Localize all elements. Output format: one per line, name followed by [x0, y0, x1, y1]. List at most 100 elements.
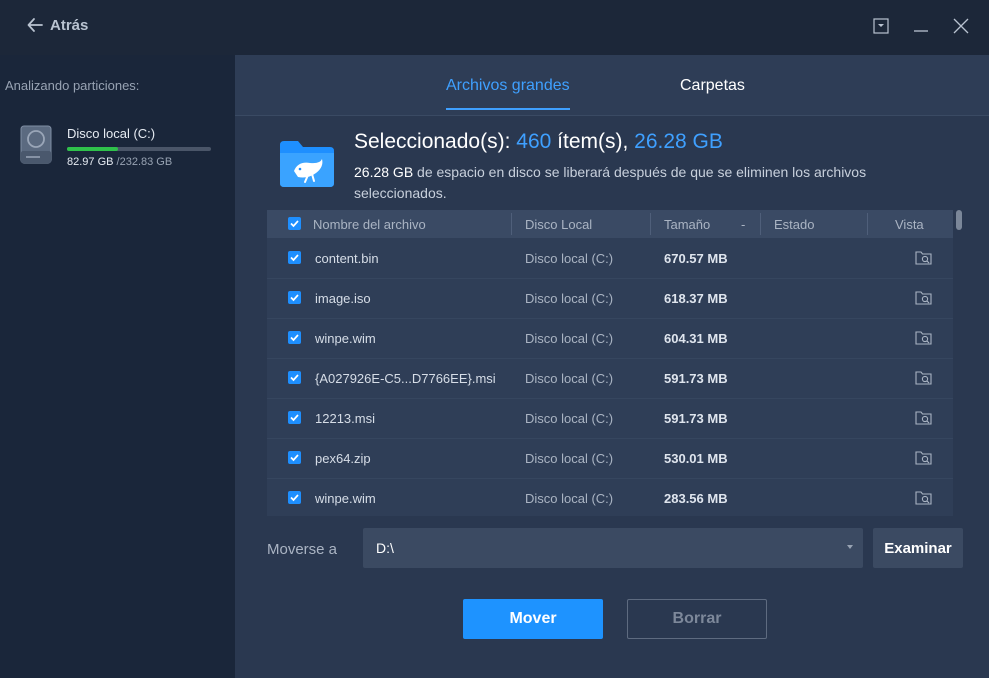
file-disk: Disco local (C:) — [525, 451, 614, 466]
selection-items-label: ítem(s), — [557, 130, 629, 153]
checkbox-checked-icon — [290, 254, 299, 262]
back-arrow-icon — [27, 18, 43, 32]
table-row[interactable]: image.iso Disco local (C:) 618.37 MB — [267, 278, 953, 319]
tab-large-files[interactable]: Archivos grandes — [446, 77, 570, 110]
checkbox-checked-icon — [290, 454, 299, 462]
drive-usage-bar — [67, 147, 211, 151]
delete-button[interactable]: Borrar — [627, 599, 767, 639]
title-bar: Atrás — [0, 0, 989, 55]
column-header-disk[interactable]: Disco Local — [525, 217, 592, 232]
row-checkbox[interactable] — [288, 291, 301, 304]
checkbox-checked-icon — [290, 494, 299, 502]
table-row[interactable]: winpe.wim Disco local (C:) 283.56 MB — [267, 478, 953, 516]
table-row[interactable]: {A027926E-C5...D7766EE}.msi Disco local … — [267, 358, 953, 399]
checkbox-checked-icon — [290, 334, 299, 342]
destination-path-input[interactable] — [363, 528, 863, 568]
drive-size: 82.97 GB /232.83 GB — [67, 156, 172, 168]
move-button[interactable]: Mover — [463, 599, 603, 639]
file-disk: Disco local (C:) — [525, 371, 614, 386]
selection-summary: Seleccionado(s): 460 ítem(s), 26.28 GB — [354, 130, 723, 154]
preview-folder-icon[interactable] — [915, 450, 932, 465]
file-size: 591.73 MB — [664, 371, 728, 386]
column-header-view: Vista — [895, 217, 924, 232]
back-label: Atrás — [50, 16, 89, 34]
file-size: 604.31 MB — [664, 331, 728, 346]
selection-prefix: Seleccionado(s): — [354, 130, 511, 153]
table-header: Nombre del archivo Disco Local Tamaño - … — [267, 210, 953, 238]
column-header-name[interactable]: Nombre del archivo — [313, 217, 426, 232]
file-name: content.bin — [315, 251, 379, 266]
minimize-to-tray-button[interactable] — [869, 14, 893, 38]
file-disk: Disco local (C:) — [525, 411, 614, 426]
column-divider — [511, 213, 512, 235]
preview-folder-icon[interactable] — [915, 490, 932, 505]
file-disk: Disco local (C:) — [525, 491, 614, 506]
file-name: image.iso — [315, 291, 371, 306]
selection-size: 26.28 GB — [634, 130, 723, 153]
table-row[interactable]: pex64.zip Disco local (C:) 530.01 MB — [267, 438, 953, 479]
checkbox-checked-icon — [290, 374, 299, 382]
table-row[interactable]: winpe.wim Disco local (C:) 604.31 MB — [267, 318, 953, 359]
selection-desc-text: de espacio en disco se liberará después … — [354, 164, 867, 201]
column-header-size[interactable]: Tamaño — [664, 217, 710, 232]
row-checkbox[interactable] — [288, 491, 301, 504]
row-checkbox[interactable] — [288, 451, 301, 464]
column-divider — [760, 213, 761, 235]
drive-name: Disco local (C:) — [67, 126, 156, 141]
selection-count: 460 — [516, 130, 552, 153]
selection-desc-size: 26.28 GB — [354, 164, 414, 180]
dropdown-arrow-icon[interactable] — [847, 545, 853, 549]
tab-folders[interactable]: Carpetas — [680, 77, 745, 95]
row-checkbox[interactable] — [288, 331, 301, 344]
file-size: 591.73 MB — [664, 411, 728, 426]
minimize-to-tray-icon — [873, 18, 889, 34]
row-checkbox[interactable] — [288, 371, 301, 384]
preview-folder-icon[interactable] — [915, 250, 932, 265]
sidebar: Analizando particiones: Disco local (C:)… — [0, 55, 235, 678]
table-row[interactable]: 12213.msi Disco local (C:) 591.73 MB — [267, 398, 953, 439]
file-size: 530.01 MB — [664, 451, 728, 466]
file-name: winpe.wim — [315, 331, 376, 346]
drive-total: /232.83 GB — [116, 156, 173, 168]
checkbox-checked-icon — [290, 294, 299, 302]
drive-used: 82.97 GB — [67, 156, 114, 168]
file-name: 12213.msi — [315, 411, 375, 426]
checkbox-checked-icon — [290, 220, 299, 228]
table-row[interactable]: content.bin Disco local (C:) 670.57 MB — [267, 238, 953, 279]
tab-bar: Archivos grandes Carpetas — [235, 55, 989, 116]
folder-whale-icon — [280, 141, 334, 187]
close-button[interactable] — [949, 14, 973, 38]
main-panel: Archivos grandes Carpetas Seleccionado(s… — [235, 55, 989, 678]
preview-folder-icon[interactable] — [915, 370, 932, 385]
preview-folder-icon[interactable] — [915, 290, 932, 305]
preview-folder-icon[interactable] — [915, 330, 932, 345]
column-divider — [650, 213, 651, 235]
sidebar-label: Analizando particiones: — [5, 78, 140, 93]
move-to-label: Moverse a — [267, 541, 338, 558]
row-checkbox[interactable] — [288, 251, 301, 264]
file-disk: Disco local (C:) — [525, 331, 614, 346]
minimize-icon — [914, 30, 928, 32]
column-header-state[interactable]: Estado — [774, 217, 814, 232]
file-size: 670.57 MB — [664, 251, 728, 266]
checkbox-checked-icon — [290, 414, 299, 422]
hard-drive-icon — [20, 125, 52, 164]
preview-folder-icon[interactable] — [915, 410, 932, 425]
minimize-button[interactable] — [909, 14, 933, 38]
table-scrollbar[interactable] — [956, 210, 962, 230]
file-disk: Disco local (C:) — [525, 251, 614, 266]
file-name: {A027926E-C5...D7766EE}.msi — [315, 371, 496, 386]
file-disk: Disco local (C:) — [525, 291, 614, 306]
file-size: 618.37 MB — [664, 291, 728, 306]
back-button[interactable]: Atrás — [26, 16, 88, 34]
column-divider — [867, 213, 868, 235]
files-table: Nombre del archivo Disco Local Tamaño - … — [267, 210, 953, 516]
row-checkbox[interactable] — [288, 411, 301, 424]
file-name: winpe.wim — [315, 491, 376, 506]
drive-usage-fill — [67, 147, 119, 151]
select-all-checkbox[interactable] — [288, 217, 301, 230]
sort-indicator: - — [741, 217, 746, 232]
browse-button[interactable]: Examinar — [873, 528, 963, 568]
drive-item-c[interactable]: Disco local (C:) 82.97 GB /232.83 GB — [18, 125, 218, 175]
close-icon — [953, 18, 969, 34]
